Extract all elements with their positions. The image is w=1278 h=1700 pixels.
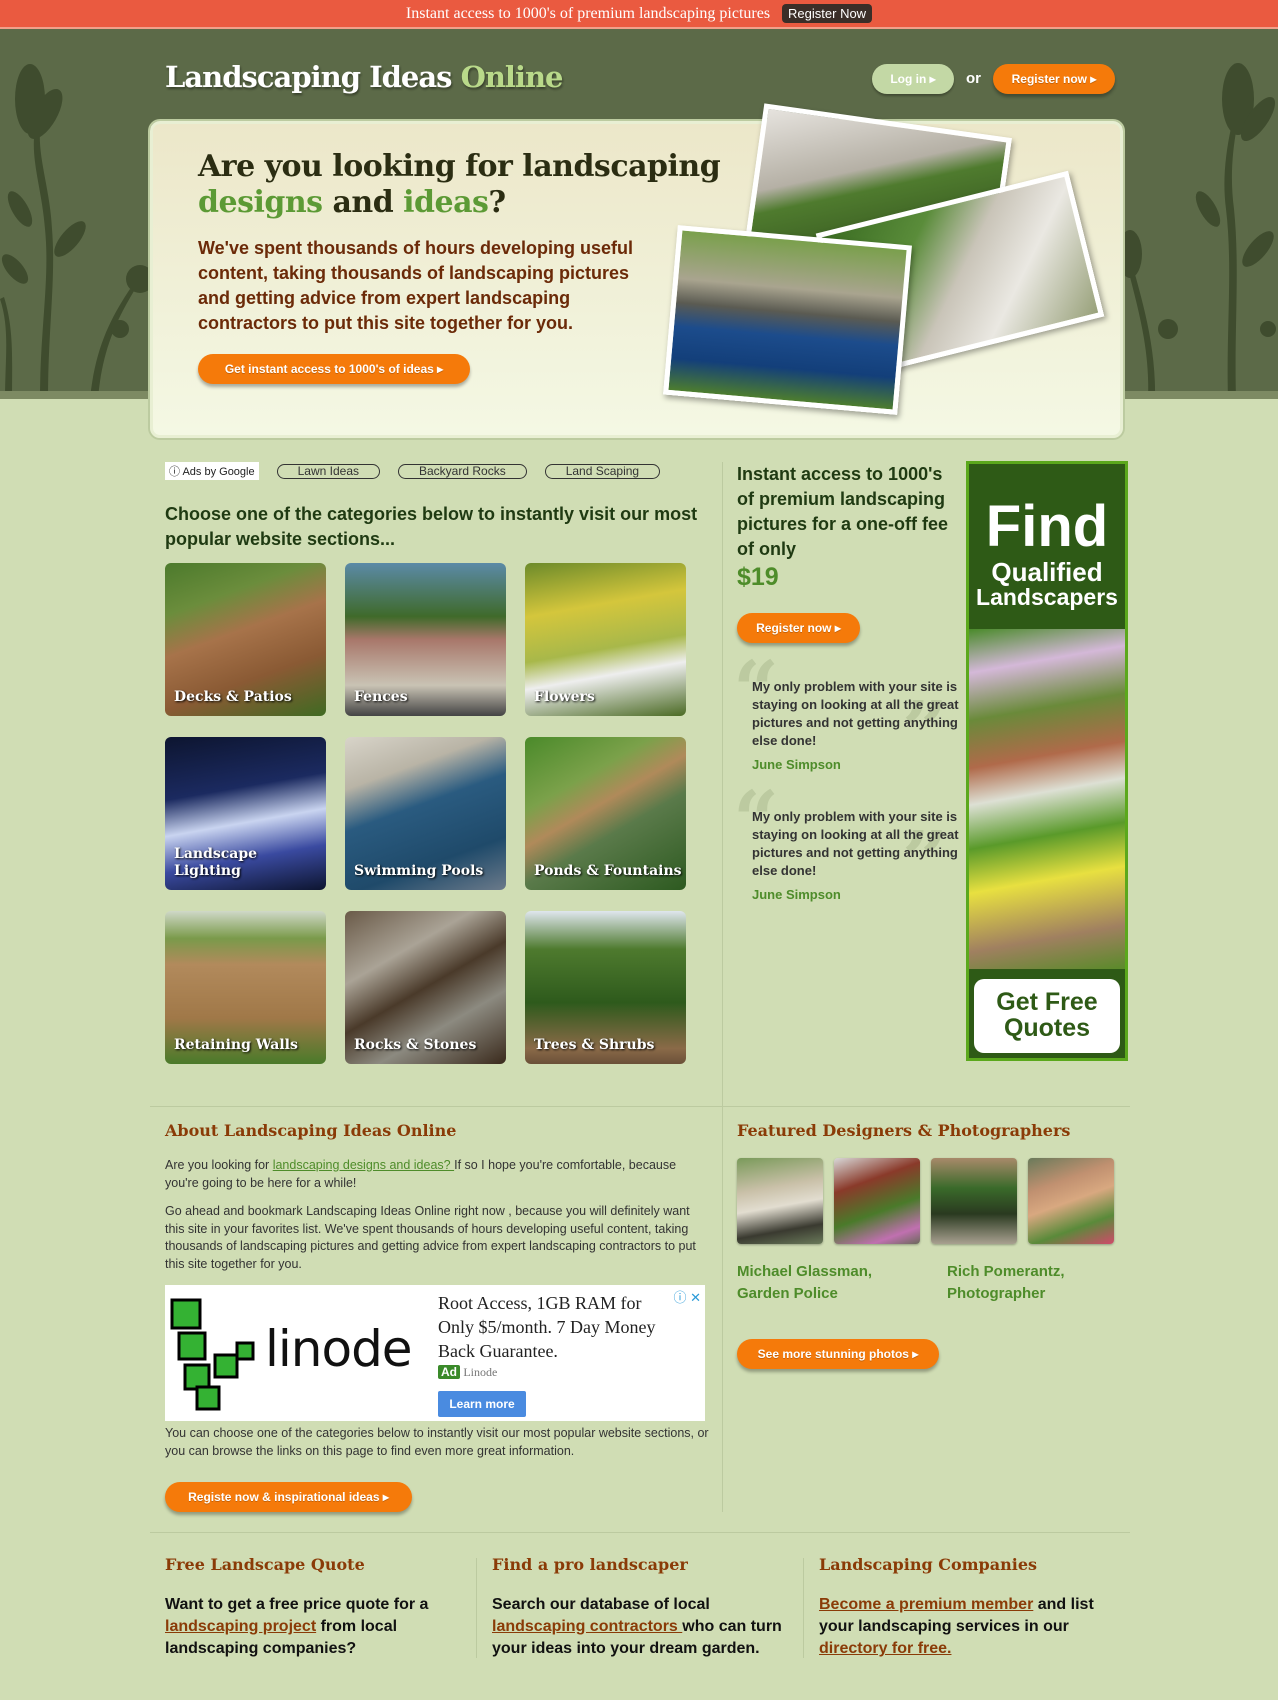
category-rocks-stones[interactable]: Rocks & Stones bbox=[345, 911, 506, 1064]
banner-get-free-quotes[interactable]: Get Free Quotes bbox=[974, 979, 1120, 1053]
register-button-top[interactable]: Register now ▸ bbox=[993, 64, 1115, 94]
designer-rich-pomerantz[interactable]: Rich Pomerantz, Photographer bbox=[947, 1261, 1065, 1305]
linode-cube-logo bbox=[170, 1298, 255, 1411]
flower-silhouette-right bbox=[1118, 63, 1276, 399]
categories-heading: Choose one of the categories below to in… bbox=[165, 504, 698, 549]
flower-silhouette-left bbox=[0, 64, 154, 399]
category-decks-patios[interactable]: Decks & Patios bbox=[165, 563, 326, 716]
testimonial-1: My only problem with your site is stayin… bbox=[752, 678, 962, 774]
category-flowers[interactable]: Flowers bbox=[525, 563, 686, 716]
featured-thumb-2[interactable] bbox=[834, 1158, 920, 1244]
ad-link-land-scaping[interactable]: Land Scaping bbox=[544, 463, 661, 479]
about-title: About Landscaping Ideas Online bbox=[165, 1121, 457, 1140]
premium-member-link[interactable]: Become a premium member bbox=[819, 1596, 1033, 1613]
testimonial-2-name: June Simpson bbox=[752, 887, 841, 902]
hero-heading: Are you looking for landscaping designs … bbox=[198, 149, 721, 220]
promo-bar: Instant access to 1000's of premium land… bbox=[0, 0, 1278, 29]
offer-price: $19 bbox=[737, 563, 779, 591]
banner-find: Find bbox=[985, 494, 1109, 559]
hero-photo-bridge bbox=[663, 225, 912, 415]
landscaping-contractors-link[interactable]: landscaping contractors bbox=[492, 1618, 682, 1635]
register-button-offer[interactable]: Register now ▸ bbox=[737, 613, 860, 643]
login-button[interactable]: Log in ▸ bbox=[872, 64, 954, 94]
banner-garden-image bbox=[969, 629, 1125, 969]
promo-register-button[interactable]: Register Now bbox=[782, 4, 873, 23]
directory-link[interactable]: directory for free. bbox=[819, 1640, 951, 1657]
about-paragraph-1: Are you looking for landscaping designs … bbox=[165, 1158, 677, 1190]
footer-text-quote: Want to get a free price quote for a lan… bbox=[165, 1596, 429, 1657]
banner-landscapers: Landscapers bbox=[976, 584, 1118, 610]
landscaping-project-link[interactable]: landscaping project bbox=[165, 1618, 316, 1635]
category-trees-shrubs[interactable]: Trees & Shrubs bbox=[525, 911, 686, 1064]
designer-michael-glassman[interactable]: Michael Glassman, Garden Police bbox=[737, 1261, 872, 1305]
see-more-photos-button[interactable]: See more stunning photos ▸ bbox=[737, 1339, 939, 1369]
adchoices-icon[interactable]: ⓘ ✕ bbox=[673, 1287, 701, 1306]
testimonial-2-text: My only problem with your site is stayin… bbox=[752, 809, 959, 878]
footer-text-pro: Search our database of local landscaping… bbox=[492, 1596, 782, 1657]
featured-thumb-3[interactable] bbox=[931, 1158, 1017, 1244]
category-landscape-lighting[interactable]: Landscape Lighting bbox=[165, 737, 326, 890]
site-logo[interactable]: Landscaping Ideas Online bbox=[165, 60, 563, 94]
category-fences[interactable]: Fences bbox=[345, 563, 506, 716]
ad-link-backyard-rocks[interactable]: Backyard Rocks bbox=[398, 463, 527, 479]
section-divider-1 bbox=[150, 1106, 1130, 1107]
section-divider-2 bbox=[150, 1532, 1130, 1533]
designs-ideas-link[interactable]: landscaping designs and ideas? bbox=[273, 1158, 454, 1172]
featured-title: Featured Designers & Photographers bbox=[737, 1121, 1071, 1140]
hero-cta-button[interactable]: Get instant access to 1000's of ideas ▸ bbox=[198, 354, 470, 384]
category-swimming-pools[interactable]: Swimming Pools bbox=[345, 737, 506, 890]
find-landscapers-banner[interactable]: Find Qualified Landscapers Get Free Quote… bbox=[966, 461, 1128, 1061]
ad-headline: Root Access, 1GB RAM for Only $5/month. … bbox=[438, 1293, 656, 1361]
banner-qualified: Qualified bbox=[991, 557, 1103, 587]
footer-title-pro: Find a pro landscaper bbox=[492, 1555, 688, 1574]
ad-link-lawn-ideas[interactable]: Lawn Ideas bbox=[276, 463, 380, 479]
about-paragraph-2: Go ahead and bookmark Landscaping Ideas … bbox=[165, 1204, 696, 1271]
featured-thumb-4[interactable] bbox=[1028, 1158, 1114, 1244]
offer-text: Instant access to 1000's of premium land… bbox=[737, 464, 949, 559]
footer-title-companies: Landscaping Companies bbox=[819, 1555, 1037, 1574]
category-retaining-walls[interactable]: Retaining Walls bbox=[165, 911, 326, 1064]
footer-divider-2 bbox=[803, 1558, 804, 1658]
about-cta-button[interactable]: Registe now & inspirational ideas ▸ bbox=[165, 1482, 412, 1512]
linode-wordmark: linode bbox=[265, 1320, 413, 1378]
google-ads-row: ⓘ Ads by Google Lawn Ideas Backyard Rock… bbox=[165, 462, 661, 480]
testimonial-1-name: June Simpson bbox=[752, 757, 841, 772]
linode-ad[interactable]: linode Root Access, 1GB RAM for Only $5/… bbox=[165, 1285, 705, 1421]
ad-badge: Ad Linode bbox=[438, 1365, 497, 1380]
column-divider bbox=[722, 462, 723, 1512]
hero-paragraph: We've spent thousands of hours developin… bbox=[198, 238, 633, 333]
featured-thumb-1[interactable] bbox=[737, 1158, 823, 1244]
testimonial-1-text: My only problem with your site is stayin… bbox=[752, 679, 959, 748]
footer-title-quote: Free Landscape Quote bbox=[165, 1555, 365, 1574]
ad-learn-more-button[interactable]: Learn more bbox=[438, 1391, 526, 1417]
or-label: or bbox=[966, 70, 981, 87]
footer-divider-1 bbox=[476, 1558, 477, 1658]
footer-text-companies: Become a premium member and list your la… bbox=[819, 1596, 1094, 1657]
promo-message: Instant access to 1000's of premium land… bbox=[405, 4, 771, 22]
testimonial-2: My only problem with your site is stayin… bbox=[752, 808, 962, 904]
category-ponds-fountains[interactable]: Ponds & Fountains bbox=[525, 737, 686, 890]
ads-by-google[interactable]: ⓘ Ads by Google bbox=[165, 462, 259, 480]
about-paragraph-3: You can choose one of the categories bel… bbox=[165, 1426, 709, 1458]
